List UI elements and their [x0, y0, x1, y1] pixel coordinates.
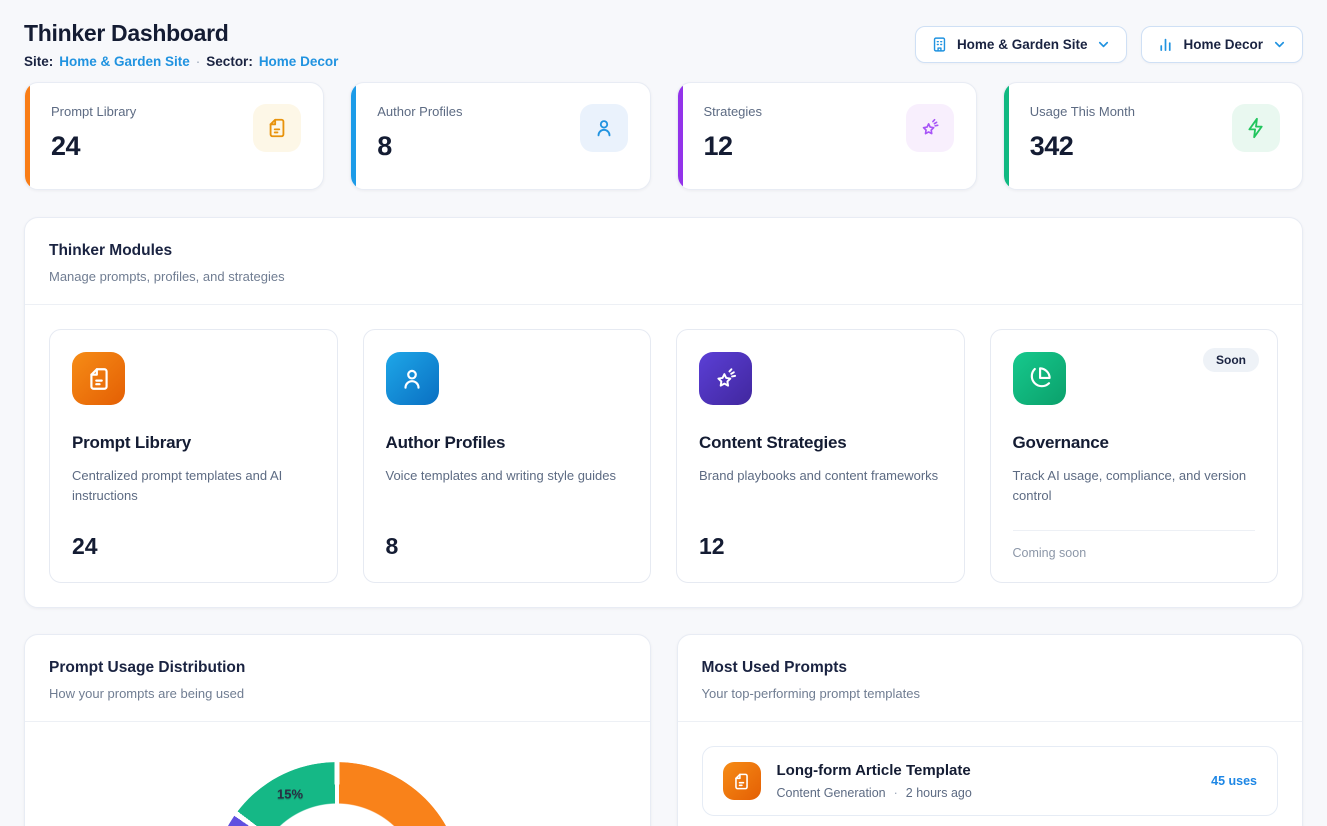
zap-icon [1232, 104, 1280, 152]
accent-bar [25, 83, 30, 189]
site-label: Site: [24, 54, 53, 69]
breadcrumb: Site: Home & Garden Site · Sector: Home … [24, 54, 338, 69]
sector-selector-dropdown[interactable]: Home Decor [1141, 26, 1303, 63]
stat-value: 8 [377, 131, 462, 162]
soon-badge: Soon [1203, 348, 1259, 372]
stats-row: Prompt Library 24 Author Profiles 8 Stra… [24, 82, 1303, 190]
donut-segment-label: 15% [277, 787, 303, 802]
usage-donut-chart: 15% [212, 762, 462, 826]
user-icon [386, 352, 439, 405]
usage-card-header: Prompt Usage Distribution How your promp… [25, 635, 650, 722]
prompts-card-subtitle: Your top-performing prompt templates [702, 686, 1279, 701]
prompts-card-header: Most Used Prompts Your top-performing pr… [678, 635, 1303, 722]
module-description: Track AI usage, compliance, and version … [1013, 466, 1256, 506]
stat-card-author-profiles: Author Profiles 8 [350, 82, 650, 190]
document-icon [253, 104, 301, 152]
chevron-down-icon [1272, 37, 1287, 52]
stat-card-usage: Usage This Month 342 [1003, 82, 1303, 190]
chevron-down-icon [1096, 37, 1111, 52]
page-title: Thinker Dashboard [24, 20, 338, 47]
modules-subtitle: Manage prompts, profiles, and strategies [49, 269, 1278, 284]
usage-card-title: Prompt Usage Distribution [49, 659, 626, 677]
stat-text: Author Profiles 8 [377, 104, 462, 189]
module-description: Brand playbooks and content frameworks [699, 466, 942, 486]
stat-label: Author Profiles [377, 104, 462, 119]
module-title: Prompt Library [72, 433, 315, 453]
thinker-modules-section: Thinker Modules Manage prompts, profiles… [24, 217, 1303, 608]
prompt-list: Long-form Article Template Content Gener… [678, 722, 1303, 826]
star-sparkle-icon [699, 352, 752, 405]
accent-bar [351, 83, 356, 189]
document-icon [72, 352, 125, 405]
prompt-item-category: Content Generation [777, 786, 886, 800]
dashboard-page: Thinker Dashboard Site: Home & Garden Si… [0, 0, 1327, 826]
module-count: 24 [72, 533, 315, 560]
module-count: 8 [386, 533, 629, 560]
prompt-item-body: Long-form Article Template Content Gener… [777, 762, 1196, 800]
modules-title: Thinker Modules [49, 242, 1278, 260]
stat-label: Strategies [704, 104, 763, 119]
building-icon [931, 36, 948, 53]
divider [1013, 530, 1256, 531]
accent-bar [1004, 83, 1009, 189]
site-link[interactable]: Home & Garden Site [59, 54, 190, 69]
module-description: Voice templates and writing style guides [386, 466, 629, 486]
module-title: Content Strategies [699, 433, 942, 453]
bottom-row: Prompt Usage Distribution How your promp… [24, 634, 1303, 826]
prompt-usage-distribution-card: Prompt Usage Distribution How your promp… [24, 634, 651, 826]
prompt-item-title: Long-form Article Template [777, 762, 1196, 779]
pie-chart-icon [1013, 352, 1066, 405]
stat-label: Prompt Library [51, 104, 136, 119]
prompt-item-time: 2 hours ago [906, 786, 972, 800]
stat-label: Usage This Month [1030, 104, 1135, 119]
meta-separator: · [196, 54, 201, 69]
module-title: Governance [1013, 433, 1256, 453]
modules-grid: Prompt Library Centralized prompt templa… [49, 329, 1278, 583]
stat-text: Prompt Library 24 [51, 104, 136, 189]
bar-chart-icon [1157, 36, 1174, 53]
modules-header: Thinker Modules Manage prompts, profiles… [25, 218, 1302, 305]
module-description: Centralized prompt templates and AI inst… [72, 466, 315, 506]
accent-bar [678, 83, 683, 189]
module-card-author-profiles[interactable]: Author Profiles Voice templates and writ… [363, 329, 652, 583]
page-header: Thinker Dashboard Site: Home & Garden Si… [24, 20, 1303, 69]
sector-label: Sector: [206, 54, 253, 69]
usage-chart-area: 15% [25, 722, 650, 826]
stat-card-prompt-library: Prompt Library 24 [24, 82, 324, 190]
module-card-content-strategies[interactable]: Content Strategies Brand playbooks and c… [676, 329, 965, 583]
header-left: Thinker Dashboard Site: Home & Garden Si… [24, 20, 338, 69]
stat-card-strategies: Strategies 12 [677, 82, 977, 190]
sector-selector-label: Home Decor [1183, 37, 1263, 52]
star-sparkle-icon [906, 104, 954, 152]
usage-card-subtitle: How your prompts are being used [49, 686, 626, 701]
donut-ring [212, 762, 462, 826]
module-count: 12 [699, 533, 942, 560]
prompt-item-meta: Content Generation · 2 hours ago [777, 786, 1196, 800]
stat-value: 342 [1030, 131, 1135, 162]
meta-separator: · [894, 786, 898, 800]
stat-text: Strategies 12 [704, 104, 763, 189]
modules-body: Prompt Library Centralized prompt templa… [25, 305, 1302, 607]
user-icon [580, 104, 628, 152]
stat-value: 12 [704, 131, 763, 162]
most-used-prompts-card: Most Used Prompts Your top-performing pr… [677, 634, 1304, 826]
header-actions: Home & Garden Site Home Decor [915, 26, 1303, 63]
document-icon [723, 762, 761, 800]
stat-text: Usage This Month 342 [1030, 104, 1135, 189]
prompts-card-title: Most Used Prompts [702, 659, 1279, 677]
site-selector-dropdown[interactable]: Home & Garden Site [915, 26, 1128, 63]
module-card-prompt-library[interactable]: Prompt Library Centralized prompt templa… [49, 329, 338, 583]
prompt-list-item[interactable]: Long-form Article Template Content Gener… [702, 746, 1279, 816]
module-title: Author Profiles [386, 433, 629, 453]
coming-soon-text: Coming soon [1013, 546, 1256, 560]
site-selector-label: Home & Garden Site [957, 37, 1088, 52]
module-footer: Coming soon [1013, 530, 1256, 560]
sector-link[interactable]: Home Decor [259, 54, 339, 69]
prompt-item-uses: 45 uses [1211, 774, 1257, 788]
module-card-governance[interactable]: Soon Governance Track AI usage, complian… [990, 329, 1279, 583]
stat-value: 24 [51, 131, 136, 162]
